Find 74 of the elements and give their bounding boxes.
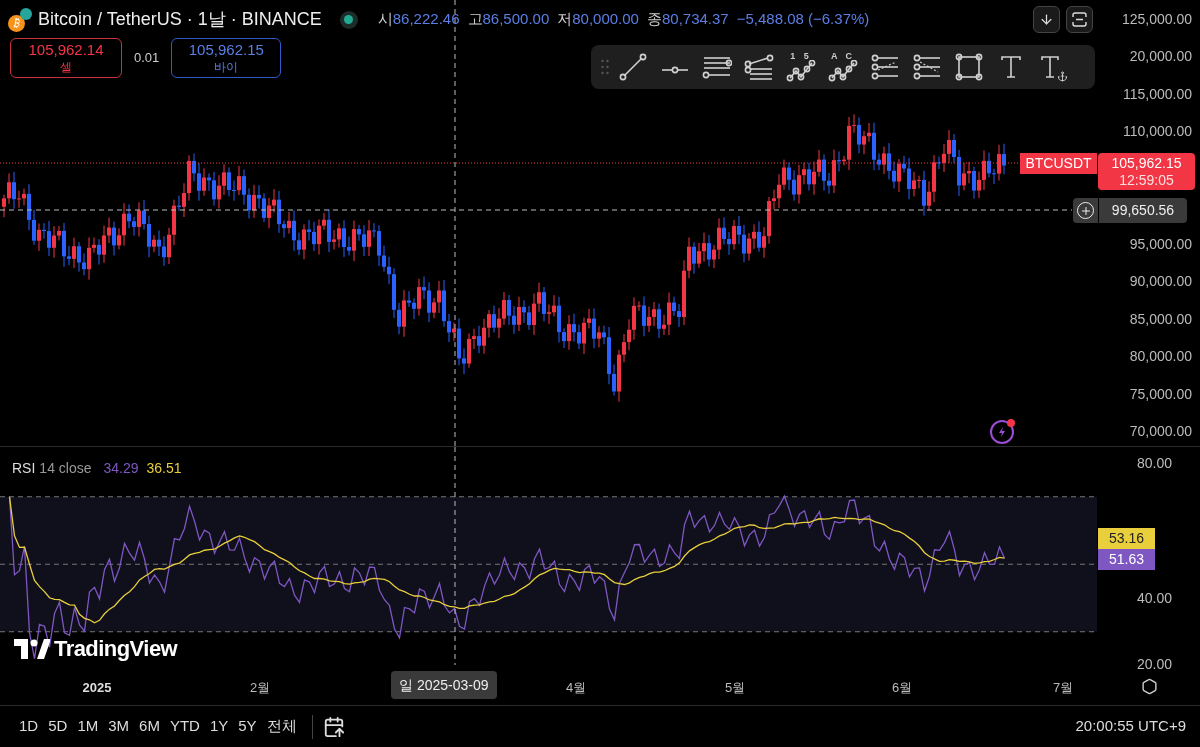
rsi-average-label: 53.16 [1098, 528, 1155, 549]
range-button[interactable]: 1D [14, 715, 44, 738]
range-button[interactable]: 3M [103, 715, 135, 738]
last-price-label: 105,962.15 12:59:05 [1098, 153, 1195, 190]
price-change: −5,488.08 (−6.37%) [736, 9, 870, 30]
projection-lines-icon [912, 52, 942, 82]
ohlc-value: 86,222.46 [392, 9, 460, 30]
price-axis-label: 75,000.00 [1129, 385, 1192, 403]
time-axis-label: 6월 [891, 679, 913, 697]
indicator-params: 14 close [39, 459, 92, 478]
range-button[interactable]: YTD [164, 715, 205, 738]
price-axis-label: 95,000.00 [1129, 235, 1192, 253]
rectangle-icon [954, 52, 984, 82]
coin-icon [8, 7, 32, 32]
price-axis-label: 20,000.00 [1129, 47, 1192, 65]
clock: 20:00:55 UTC+9 [1075, 716, 1186, 737]
price-axis-label: 125,000.00 [1121, 10, 1192, 28]
price-axis-label: 80,000.00 [1129, 347, 1192, 365]
price-axis-label: 110,000.00 [1122, 122, 1192, 140]
range-button[interactable]: 5D [43, 715, 73, 738]
drag-handle-icon[interactable] [601, 59, 609, 75]
rsi-axis-label: 20.00 [1136, 655, 1172, 673]
market-status-icon [339, 10, 358, 29]
range-button[interactable]: 전체 [261, 715, 302, 738]
tradingview-logo: TradingView [14, 632, 178, 665]
spread-value: 0.01 [134, 49, 160, 68]
zigzag-icon [828, 60, 858, 82]
rsi-average-value: 36.51 [146, 459, 182, 478]
range-button[interactable]: 6M [134, 715, 165, 738]
time-axis-label: 2월 [249, 679, 271, 697]
ohlc-value: 80,000.00 [572, 9, 639, 30]
rsi-value: 34.29 [103, 459, 139, 478]
ohlc-label: 저 [557, 9, 573, 30]
fan-lines-icon [744, 52, 774, 82]
lightning-icon [990, 420, 1014, 444]
price-axis-label: 70,000.00 [1129, 422, 1192, 440]
range-button[interactable]: 1Y [204, 715, 234, 738]
time-axis-label: 7월 [1052, 679, 1074, 697]
scroll-down-button[interactable] [1033, 6, 1060, 33]
trend-line-icon [618, 52, 648, 82]
calendar-icon[interactable] [322, 715, 345, 738]
settings-icon[interactable] [1141, 678, 1158, 695]
zigzag-icon [786, 60, 816, 82]
indicator-name: RSI [12, 459, 36, 478]
range-button[interactable]: 1M [72, 715, 104, 738]
time-axis-label: 4월 [565, 679, 587, 697]
add-alert-button[interactable] [1073, 198, 1098, 223]
rsi-label: 51.63 [1098, 549, 1155, 570]
rsi-axis-label: 80.00 [1136, 454, 1172, 472]
price-axis-label: 85,000.00 [1129, 310, 1192, 328]
range-button[interactable]: 5Y [233, 715, 262, 738]
plus-icon [1079, 204, 1092, 217]
ohlc-label: 종 [646, 9, 662, 30]
price-axis-label: 115,000.00 [1122, 85, 1192, 103]
horizontal-line-icon [660, 66, 690, 74]
time-axis-label: 5월 [724, 679, 746, 697]
symbol-label: BTCUSDT [1020, 153, 1097, 174]
drawing-tool-button[interactable]: A C [825, 49, 861, 85]
projection-lines-icon [870, 52, 900, 82]
drawing-tool-button[interactable]: 1 5 [783, 49, 819, 85]
price-axis-label: 90,000.00 [1129, 272, 1192, 290]
ohlc-value: 86,500.00 [482, 9, 550, 30]
fullscreen-button[interactable] [1066, 6, 1093, 33]
sell-button[interactable]: 105,962.14 셀 [10, 38, 122, 78]
ohlc-value: 80,734.37 [661, 9, 729, 30]
ohlc-label: 시 [377, 9, 393, 30]
buy-button[interactable]: 105,962.15 바이 [171, 38, 282, 78]
crosshair-price-label: 99,650.56 [1099, 198, 1187, 223]
rsi-axis-label: 40.00 [1136, 589, 1172, 607]
time-axis-label: 2025 [82, 679, 112, 697]
fullscreen-icon [1072, 12, 1087, 27]
symbol-title: Bitcoin / TetherUS · 1날 · BINANCE [38, 8, 322, 31]
ohlc-label: 고 [467, 9, 483, 30]
crosshair-date-label: 일 2025-03-09 [391, 671, 497, 699]
